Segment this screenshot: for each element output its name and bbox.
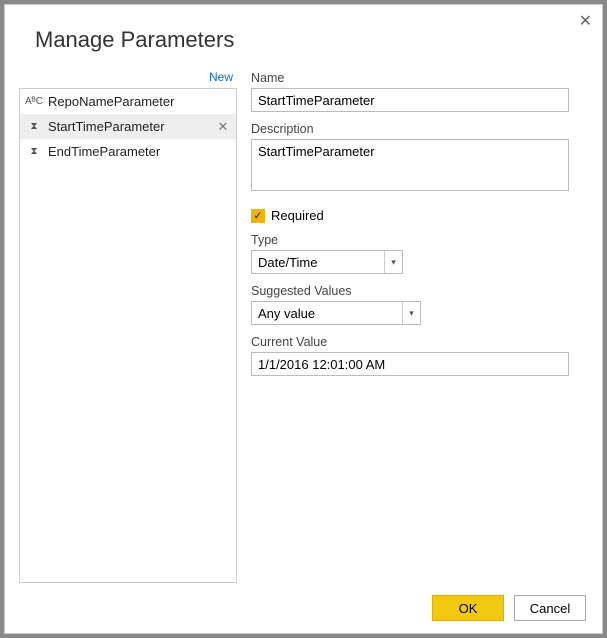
type-label: Type <box>251 233 588 247</box>
manage-parameters-dialog: ✕ Manage Parameters New AᴮC RepoNamePara… <box>4 4 603 634</box>
current-value-label: Current Value <box>251 335 588 349</box>
parameter-list: AᴮC RepoNameParameter ⧗ StartTimeParamet… <box>19 88 237 583</box>
parameter-list-column: New AᴮC RepoNameParameter ⧗ StartTimePar… <box>19 69 237 583</box>
ok-button[interactable]: OK <box>432 595 504 621</box>
required-label: Required <box>271 208 324 223</box>
required-row: ✓ Required <box>251 208 588 223</box>
dialog-footer: OK Cancel <box>432 595 586 621</box>
name-label: Name <box>251 71 588 85</box>
description-label: Description <box>251 122 588 136</box>
suggested-values-label: Suggested Values <box>251 284 588 298</box>
new-parameter-link[interactable]: New <box>209 70 233 84</box>
dialog-title: Manage Parameters <box>5 5 602 53</box>
description-input[interactable]: StartTimeParameter <box>251 139 569 191</box>
dialog-content: New AᴮC RepoNameParameter ⧗ StartTimePar… <box>19 69 588 583</box>
suggested-values-select[interactable]: Any value ▾ <box>251 301 421 325</box>
parameter-item-label: StartTimeParameter <box>48 119 210 134</box>
required-checkbox[interactable]: ✓ <box>251 209 265 223</box>
parameter-form: Name Description StartTimeParameter ✓ Re… <box>251 69 588 583</box>
parameter-item-label: EndTimeParameter <box>48 144 230 159</box>
chevron-down-icon: ▾ <box>384 251 402 273</box>
parameter-item-label: RepoNameParameter <box>48 94 230 109</box>
datetime-type-icon: ⧗ <box>26 144 42 160</box>
suggested-values-value: Any value <box>258 306 315 321</box>
parameter-item-starttime[interactable]: ⧗ StartTimeParameter ✕ <box>20 114 236 139</box>
parameter-item-reponame[interactable]: AᴮC RepoNameParameter <box>20 89 236 114</box>
delete-parameter-icon[interactable]: ✕ <box>216 119 230 135</box>
text-type-icon: AᴮC <box>26 94 42 110</box>
type-select[interactable]: Date/Time ▾ <box>251 250 403 274</box>
datetime-type-icon: ⧗ <box>26 119 42 135</box>
close-icon[interactable]: ✕ <box>579 11 592 31</box>
name-input[interactable] <box>251 88 569 112</box>
chevron-down-icon: ▾ <box>402 302 420 324</box>
current-value-input[interactable] <box>251 352 569 376</box>
new-row: New <box>19 69 237 88</box>
parameter-item-endtime[interactable]: ⧗ EndTimeParameter <box>20 139 236 164</box>
type-value: Date/Time <box>258 255 317 270</box>
cancel-button[interactable]: Cancel <box>514 595 586 621</box>
